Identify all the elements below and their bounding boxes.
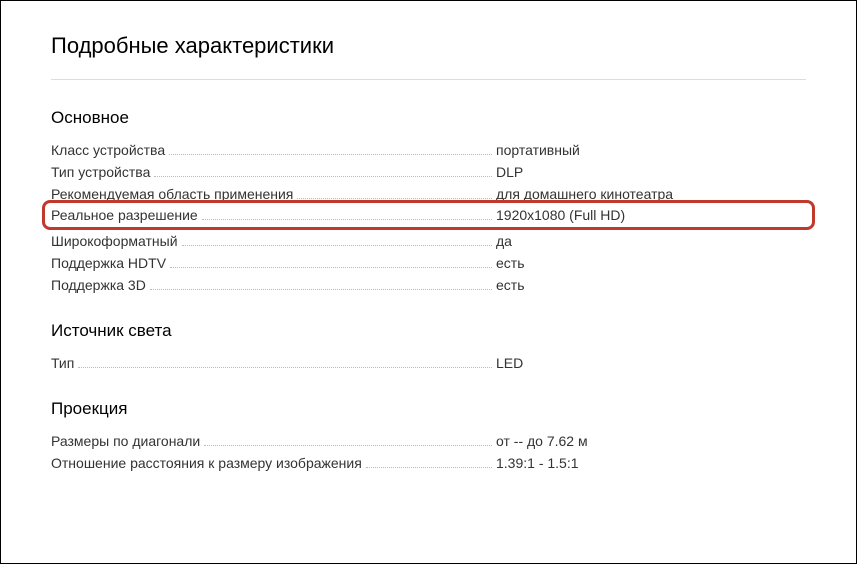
section-title-main: Основное bbox=[51, 108, 806, 128]
spec-value: есть bbox=[496, 255, 806, 271]
highlight-box: Реальное разрешение 1920x1080 (Full HD) bbox=[42, 200, 815, 230]
spec-dots bbox=[202, 219, 492, 220]
spec-label: Поддержка HDTV bbox=[51, 255, 166, 271]
spec-dots bbox=[150, 289, 492, 290]
spec-label: Тип bbox=[51, 355, 74, 371]
spec-value: LED bbox=[496, 355, 806, 371]
spec-dots bbox=[204, 445, 492, 446]
spec-dots bbox=[169, 154, 492, 155]
section-light-source: Источник света Тип LED bbox=[51, 321, 806, 371]
spec-dots bbox=[170, 267, 492, 268]
spec-row: Тип устройства DLP bbox=[51, 164, 806, 180]
section-projection: Проекция Размеры по диагонали от -- до 7… bbox=[51, 399, 806, 471]
page-title: Подробные характеристики bbox=[51, 33, 806, 59]
spec-label: Тип устройства bbox=[51, 164, 150, 180]
section-title-projection: Проекция bbox=[51, 399, 806, 419]
spec-dots bbox=[366, 467, 492, 468]
spec-label: Рекомендуемая область применения bbox=[51, 186, 293, 200]
spec-dots bbox=[154, 176, 492, 177]
spec-value: портативный bbox=[496, 142, 806, 158]
spec-value: DLP bbox=[496, 164, 806, 180]
spec-label: Широкоформатный bbox=[51, 233, 178, 249]
spec-label: Размеры по диагонали bbox=[51, 433, 200, 449]
spec-label: Класс устройства bbox=[51, 142, 165, 158]
spec-value: 1.39:1 - 1.5:1 bbox=[496, 455, 806, 471]
spec-value: для домашнего кинотеатра bbox=[496, 186, 806, 200]
specs-container: Подробные характеристики Основное Класс … bbox=[1, 1, 856, 519]
section-title-light: Источник света bbox=[51, 321, 806, 341]
spec-row: Размеры по диагонали от -- до 7.62 м bbox=[51, 433, 806, 449]
spec-value: 1920x1080 (Full HD) bbox=[496, 207, 806, 223]
spec-row-highlighted: Реальное разрешение 1920x1080 (Full HD) bbox=[51, 207, 806, 223]
spec-row: Рекомендуемая область применения для дом… bbox=[51, 186, 806, 200]
section-main: Основное Класс устройства портативный Ти… bbox=[51, 108, 806, 293]
spec-value: да bbox=[496, 233, 806, 249]
spec-label: Отношение расстояния к размеру изображен… bbox=[51, 455, 362, 471]
spec-label: Поддержка 3D bbox=[51, 277, 146, 293]
spec-row: Отношение расстояния к размеру изображен… bbox=[51, 455, 806, 471]
divider bbox=[51, 79, 806, 80]
spec-row: Класс устройства портативный bbox=[51, 142, 806, 158]
spec-dots bbox=[297, 198, 492, 199]
spec-dots bbox=[78, 367, 492, 368]
spec-value: от -- до 7.62 м bbox=[496, 433, 806, 449]
spec-label: Реальное разрешение bbox=[51, 207, 198, 223]
spec-row: Широкоформатный да bbox=[51, 233, 806, 249]
spec-value: есть bbox=[496, 277, 806, 293]
spec-row: Поддержка 3D есть bbox=[51, 277, 806, 293]
spec-row: Поддержка HDTV есть bbox=[51, 255, 806, 271]
spec-row: Тип LED bbox=[51, 355, 806, 371]
spec-dots bbox=[182, 245, 492, 246]
